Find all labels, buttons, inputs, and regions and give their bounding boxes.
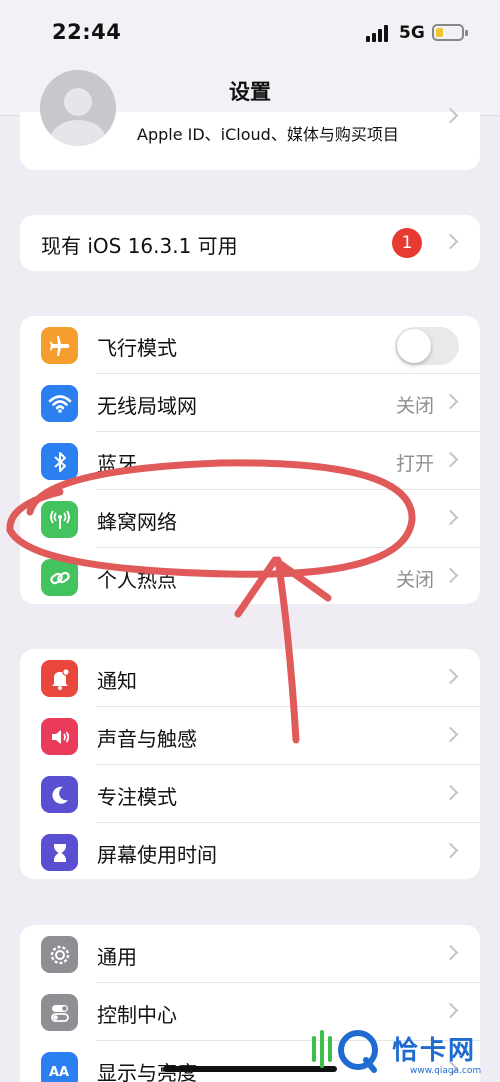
chevron-right-icon [442, 509, 459, 526]
row-label: 无线局域网 [97, 394, 197, 418]
notifications-group: 通知 声音与触感 专注模式 屏幕使用时间 [20, 649, 480, 879]
network-type: 5G [399, 23, 425, 43]
avatar [40, 70, 116, 146]
row-label: 蜂窝网络 [97, 510, 177, 534]
settings-row-focus[interactable]: 专注模式 [20, 765, 480, 823]
watermark-url: www.qiaqa.com [410, 1066, 482, 1076]
row-label: 通知 [97, 669, 137, 693]
cellular-signal-icon [366, 24, 392, 42]
software-update-row[interactable]: 现有 iOS 16.3.1 可用 1 [20, 215, 480, 271]
settings-row-personal-hotspot[interactable]: 个人热点 关闭 [20, 548, 480, 604]
toggles-icon [41, 994, 78, 1031]
row-label: 通用 [97, 945, 137, 969]
chevron-right-icon [442, 393, 459, 410]
settings-row-bluetooth[interactable]: 蓝牙 打开 [20, 432, 480, 490]
status-time: 22:44 [52, 20, 122, 44]
chevron-right-icon [442, 1002, 459, 1019]
notification-icon [41, 660, 78, 697]
cellular-icon [41, 501, 78, 538]
svg-text:AA: AA [49, 1065, 69, 1080]
watermark-text: 恰卡网 [392, 1036, 477, 1066]
row-value: 关闭 [395, 395, 434, 417]
chevron-right-icon [442, 842, 459, 859]
update-label: 现有 iOS 16.3.1 可用 [41, 234, 238, 258]
chevron-right-icon [442, 726, 459, 743]
settings-row-screen-time[interactable]: 屏幕使用时间 [20, 823, 480, 879]
chevron-right-icon [442, 567, 459, 584]
row-label: 控制中心 [97, 1003, 177, 1027]
hotspot-icon [41, 559, 78, 596]
airplane-icon [41, 327, 78, 364]
chevron-right-icon [442, 784, 459, 801]
row-value: 关闭 [395, 569, 434, 591]
chevron-right-icon [442, 668, 459, 685]
hourglass-icon [41, 834, 78, 871]
row-label: 蓝牙 [97, 452, 137, 476]
chevron-right-icon [442, 451, 459, 468]
chevron-right-icon [442, 233, 459, 250]
update-badge: 1 [392, 228, 422, 258]
row-label: 屏幕使用时间 [97, 843, 217, 867]
sound-icon [41, 718, 78, 755]
airplane-mode-toggle[interactable] [395, 327, 459, 365]
row-value: 打开 [395, 453, 434, 475]
status-bar: 22:44 5G [0, 0, 500, 64]
row-label: 声音与触感 [97, 727, 197, 751]
watermark: 恰卡网 www.qiaqa.com [306, 1022, 500, 1080]
gear-icon [41, 936, 78, 973]
battery-icon [432, 24, 468, 41]
settings-row-wifi[interactable]: 无线局域网 关闭 [20, 374, 480, 432]
moon-icon [41, 776, 78, 813]
settings-row-notifications[interactable]: 通知 [20, 649, 480, 707]
connectivity-group: 飞行模式 无线局域网 关闭 蓝牙 打开 蜂窝网络 个人热点 关闭 [20, 316, 480, 604]
settings-row-airplane-mode[interactable]: 飞行模式 [20, 316, 480, 374]
settings-row-general[interactable]: 通用 [20, 925, 480, 983]
bluetooth-icon [41, 443, 78, 480]
row-label: 飞行模式 [97, 336, 177, 360]
settings-row-cellular[interactable]: 蜂窝网络 [20, 490, 480, 548]
row-label: 专注模式 [97, 785, 177, 809]
apple-id-row[interactable]: Apple ID、iCloud、媒体与购买项目 [20, 70, 480, 170]
settings-row-sounds-haptics[interactable]: 声音与触感 [20, 707, 480, 765]
wifi-icon [41, 385, 78, 422]
row-label: 个人热点 [97, 568, 177, 592]
apple-id-subtitle: Apple ID、iCloud、媒体与购买项目 [137, 125, 399, 144]
chevron-right-icon [442, 944, 459, 961]
display-icon: AA [41, 1052, 78, 1082]
